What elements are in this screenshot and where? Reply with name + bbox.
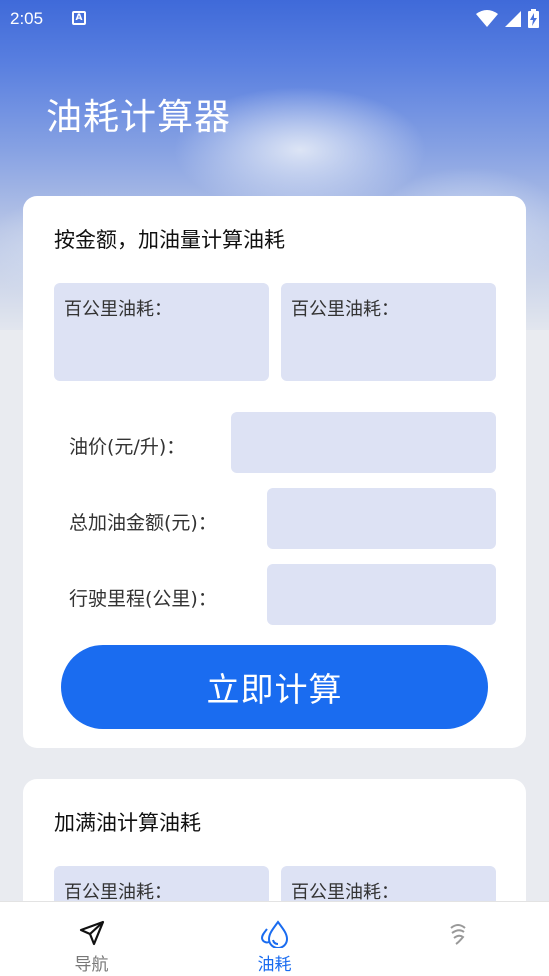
result-label: 百公里油耗：	[64, 882, 172, 903]
app-title: 油耗计算器	[46, 97, 232, 138]
water-drop-icon	[260, 920, 288, 948]
bottom-navigation: 导航 油耗	[0, 901, 549, 976]
mileage-label: 行驶里程(公里)：	[69, 588, 217, 610]
oil-price-input[interactable]	[231, 412, 496, 473]
battery-charging-icon	[528, 9, 539, 28]
nav-label: 导航	[74, 955, 109, 975]
nav-item-navigation[interactable]: 导航	[0, 902, 183, 976]
total-amount-input[interactable]	[267, 488, 496, 549]
result-label: 百公里油耗：	[291, 882, 399, 903]
section-title: 按金额，加油量计算油耗	[54, 228, 285, 252]
status-icons	[476, 9, 539, 28]
nav-item-fuel[interactable]: 油耗	[183, 902, 366, 976]
wifi-icon	[476, 9, 498, 27]
oil-price-label: 油价(元/升)：	[69, 436, 186, 458]
result-label: 百公里油耗：	[291, 299, 399, 320]
navigation-arrow-icon	[79, 920, 104, 946]
result-box-right: 百公里油耗：	[281, 283, 496, 381]
nav-item-more[interactable]	[366, 902, 549, 976]
signal-icon	[505, 10, 521, 27]
calculate-button[interactable]: 立即计算	[61, 645, 488, 729]
nav-label: 油耗	[257, 955, 292, 975]
total-amount-label: 总加油金额(元)：	[69, 512, 217, 534]
a-letter-icon: A	[72, 11, 86, 25]
section-title: 加满油计算油耗	[54, 811, 201, 835]
result-box-left: 百公里油耗：	[54, 283, 269, 381]
amount-calc-card: 按金额，加油量计算油耗 百公里油耗： 百公里油耗： 油价(元/升)： 总加油金额…	[23, 196, 526, 748]
result-label: 百公里油耗：	[64, 299, 172, 320]
status-bar: 2:05 A	[0, 0, 549, 38]
gesture-icon	[449, 924, 466, 945]
status-time: 2:05	[10, 9, 44, 28]
mileage-input[interactable]	[267, 564, 496, 625]
